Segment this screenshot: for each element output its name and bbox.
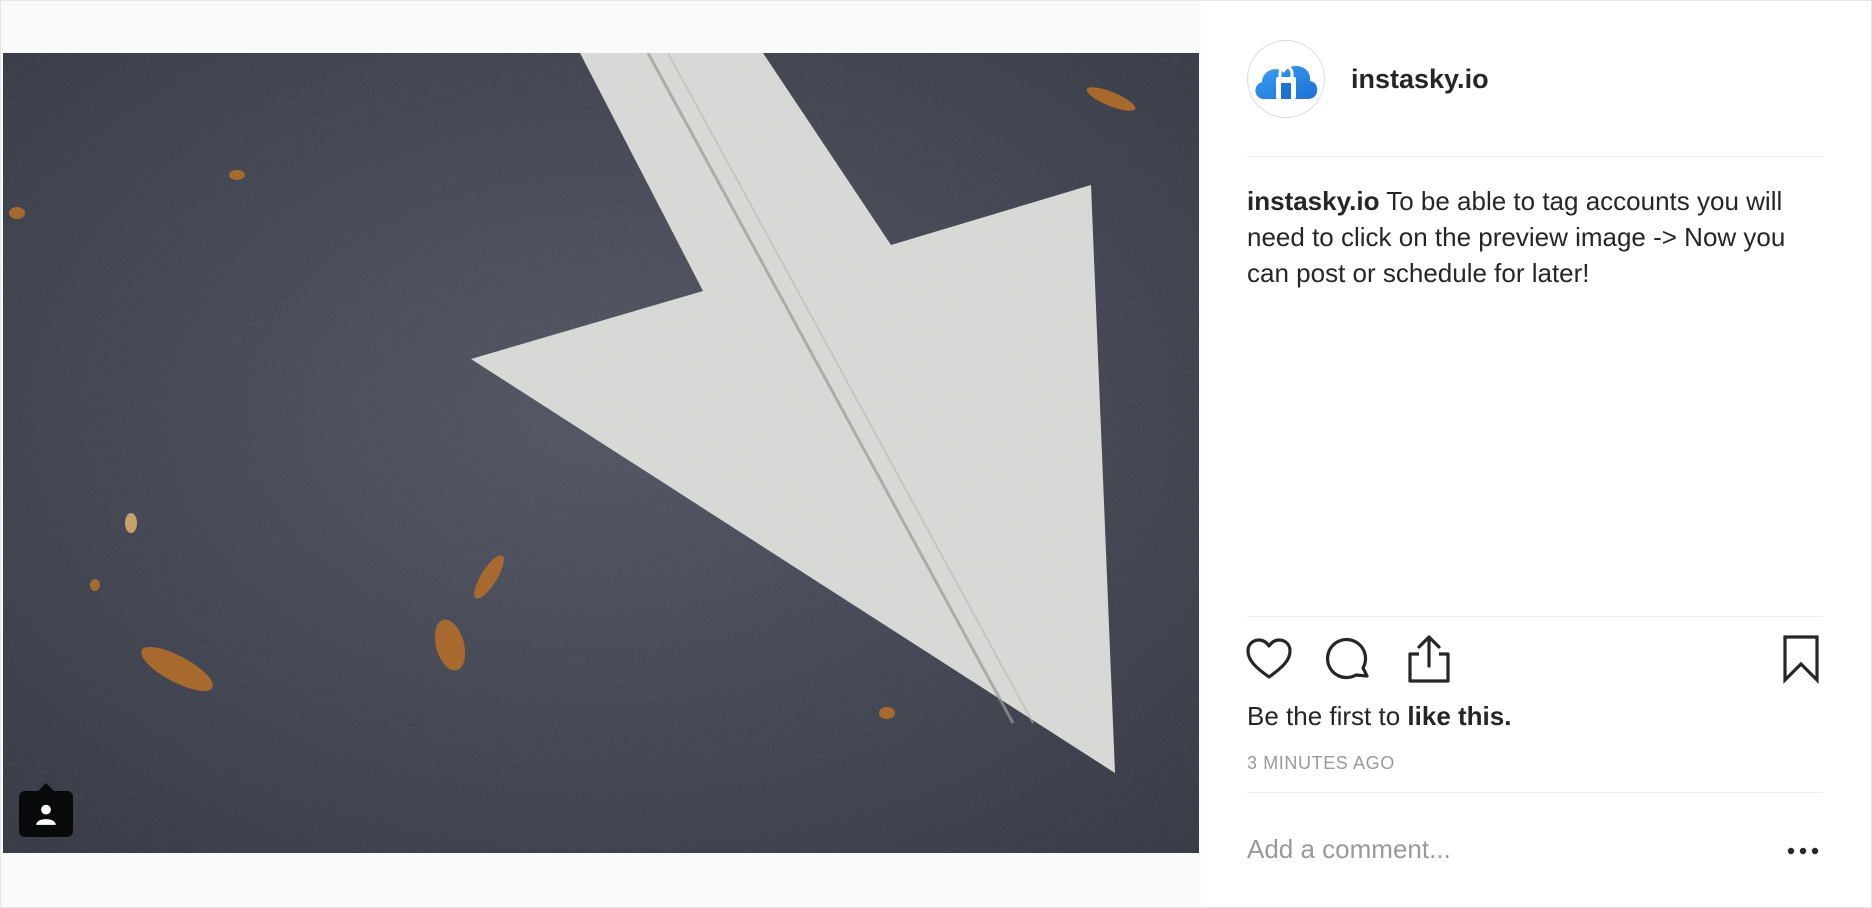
header-divider <box>1247 156 1823 157</box>
post-caption: instasky.io To be able to tag accounts y… <box>1247 183 1823 291</box>
comment-divider <box>1247 792 1823 793</box>
road-arrow-photo <box>3 53 1199 853</box>
more-options-button[interactable] <box>1781 833 1825 869</box>
post-side-panel: instasky.io instasky.io To be able to ta… <box>1201 1 1871 907</box>
post-timestamp[interactable]: 3 MINUTES AGO <box>1247 753 1395 774</box>
comment-input[interactable] <box>1247 829 1727 869</box>
cloud-bag-logo-icon <box>1255 65 1318 99</box>
avatar[interactable] <box>1247 40 1325 118</box>
more-options-icon <box>1787 847 1819 855</box>
share-button[interactable] <box>1403 633 1455 685</box>
post-card: instasky.io instasky.io To be able to ta… <box>0 0 1872 908</box>
comment-button[interactable] <box>1323 633 1375 685</box>
post-actions <box>1246 633 1823 689</box>
heart-icon <box>1246 638 1292 679</box>
bookmark-icon <box>1783 635 1819 684</box>
comment-icon <box>1325 637 1369 680</box>
tag-people-button[interactable] <box>19 783 73 837</box>
likes-prefix: Be the first to <box>1247 701 1408 731</box>
save-button[interactable] <box>1775 633 1827 685</box>
user-tag-icon <box>36 804 56 825</box>
author-username[interactable]: instasky.io <box>1351 64 1489 95</box>
post-image[interactable] <box>3 53 1199 853</box>
likes-summary: Be the first to like this. <box>1247 701 1511 732</box>
actions-divider <box>1247 616 1823 617</box>
like-this-link[interactable]: like this. <box>1407 701 1511 731</box>
caption-username[interactable]: instasky.io <box>1247 186 1379 216</box>
share-icon <box>1408 635 1450 683</box>
like-button[interactable] <box>1243 633 1295 685</box>
post-header: instasky.io <box>1247 39 1823 119</box>
